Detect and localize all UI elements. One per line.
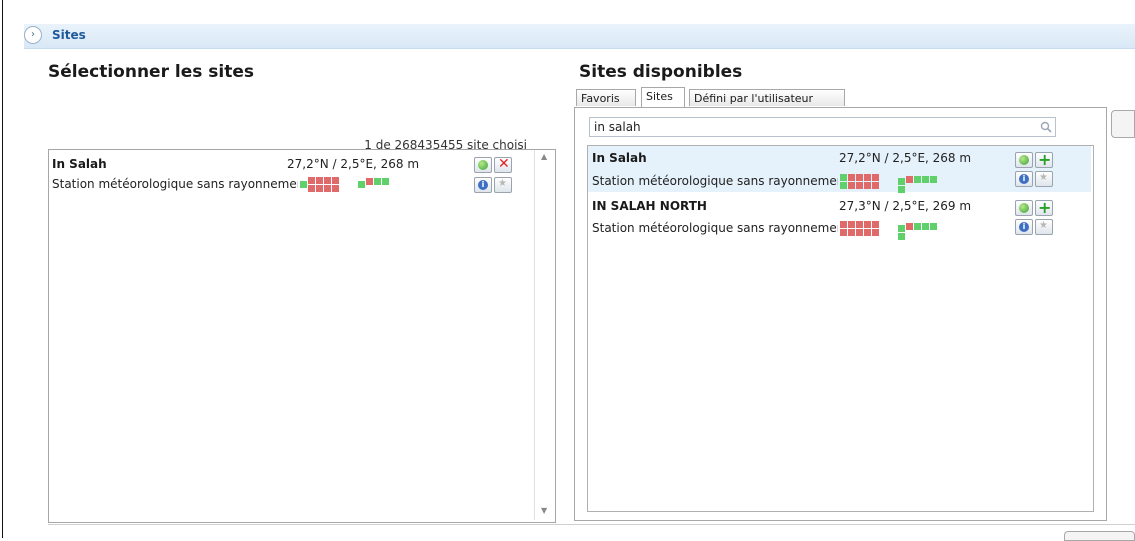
globe-icon	[1019, 203, 1029, 213]
favorite-button[interactable]: ★	[494, 177, 512, 193]
favorite-button[interactable]: ★	[1035, 219, 1053, 235]
show-on-map-button[interactable]	[474, 157, 492, 173]
data-cell	[848, 174, 855, 181]
data-cell	[366, 178, 373, 185]
data-cell	[856, 182, 863, 189]
info-icon: i	[478, 180, 488, 190]
data-cell	[898, 233, 905, 240]
scroll-down-icon[interactable]: ▼	[541, 506, 547, 515]
data-cell	[898, 225, 905, 232]
tab-user-defined[interactable]: Défini par l'utilisateur	[689, 89, 845, 106]
site-info-button[interactable]: i	[1015, 171, 1033, 187]
site-type: Station météorologique sans rayonnement	[52, 177, 298, 191]
remove-site-button[interactable]: ✕	[494, 156, 512, 173]
site-name: In Salah	[592, 151, 647, 165]
site-name: IN SALAH NORTH	[592, 199, 707, 213]
data-cell	[898, 186, 905, 193]
data-cell	[864, 182, 871, 189]
data-cell	[898, 178, 905, 185]
data-cell	[872, 221, 879, 228]
data-cell	[840, 229, 847, 236]
collapse-section-button[interactable]: ›	[24, 26, 42, 44]
data-cell	[872, 174, 879, 181]
data-cell	[914, 223, 921, 230]
tab-favoris[interactable]: Favoris	[576, 89, 636, 106]
data-cell	[864, 174, 871, 181]
available-sites-heading: Sites disponibles	[579, 62, 743, 82]
show-on-map-button[interactable]	[1015, 200, 1033, 216]
data-cell	[906, 176, 913, 183]
data-cell	[316, 185, 323, 192]
data-cell	[840, 174, 847, 181]
site-type: Station météorologique sans rayonnement	[592, 174, 838, 188]
info-icon: i	[1019, 174, 1029, 184]
selected-sites-scrollbar[interactable]: ▲ ▼	[534, 150, 555, 520]
data-cell	[324, 177, 331, 184]
data-cell	[872, 229, 879, 236]
site-coordinates: 27,3°N / 2,5°E, 269 m	[839, 199, 972, 213]
data-cell	[300, 181, 307, 188]
site-name: In Salah	[52, 157, 107, 171]
chevron-icon: ›	[31, 29, 35, 40]
data-cell	[332, 185, 339, 192]
site-coordinates: 27,2°N / 2,5°E, 268 m	[839, 151, 972, 165]
side-panel-button[interactable]	[1111, 110, 1135, 138]
window-left-border	[2, 0, 3, 538]
globe-icon	[1019, 155, 1029, 165]
site-info-button[interactable]: i	[474, 177, 492, 193]
favorite-star-icon: ★	[1039, 172, 1048, 183]
favorite-star-icon: ★	[1039, 220, 1048, 231]
site-type: Station météorologique sans rayonnement	[592, 221, 838, 235]
data-cell	[848, 221, 855, 228]
show-on-map-button[interactable]	[1015, 152, 1033, 168]
data-cell	[856, 221, 863, 228]
remove-icon: ✕	[498, 156, 510, 172]
data-cell	[358, 181, 365, 188]
data-cell	[922, 176, 929, 183]
data-cell	[914, 176, 921, 183]
data-cell	[906, 223, 913, 230]
data-cell	[856, 229, 863, 236]
data-cell	[864, 221, 871, 228]
data-cell	[930, 176, 937, 183]
favorite-star-icon: ★	[498, 178, 507, 189]
bottom-divider	[48, 524, 1135, 525]
add-site-button[interactable]: +	[1035, 150, 1053, 169]
data-cell	[382, 178, 389, 185]
search-icon[interactable]	[1040, 121, 1052, 133]
site-coordinates: 27,2°N / 2,5°E, 268 m	[287, 157, 420, 171]
data-cell	[332, 177, 339, 184]
scroll-up-icon[interactable]: ▲	[541, 152, 547, 161]
tab-sites[interactable]: Sites	[641, 87, 685, 108]
data-cell	[872, 182, 879, 189]
add-icon: +	[1038, 150, 1052, 169]
footer-button[interactable]	[1064, 531, 1135, 541]
site-info-button[interactable]: i	[1015, 219, 1033, 235]
add-site-button[interactable]: +	[1035, 198, 1053, 217]
data-cell	[840, 221, 847, 228]
selected-sites-heading: Sélectionner les sites	[48, 62, 254, 82]
section-header	[24, 24, 1135, 49]
data-cell	[308, 177, 315, 184]
data-cell	[856, 174, 863, 181]
data-cell	[374, 178, 381, 185]
data-cell	[930, 223, 937, 230]
data-cell	[840, 182, 847, 189]
data-cell	[308, 185, 315, 192]
section-title: Sites	[52, 28, 86, 42]
data-cell	[324, 185, 331, 192]
site-search-input[interactable]	[589, 117, 1056, 137]
data-cell	[848, 229, 855, 236]
info-icon: i	[1019, 222, 1029, 232]
data-cell	[864, 229, 871, 236]
selected-sites-list[interactable]	[48, 149, 556, 523]
favorite-button[interactable]: ★	[1035, 171, 1053, 187]
globe-icon	[478, 160, 488, 170]
data-cell	[848, 182, 855, 189]
data-cell	[316, 177, 323, 184]
data-cell	[922, 223, 929, 230]
window-top	[0, 0, 1135, 20]
add-icon: +	[1038, 198, 1052, 217]
